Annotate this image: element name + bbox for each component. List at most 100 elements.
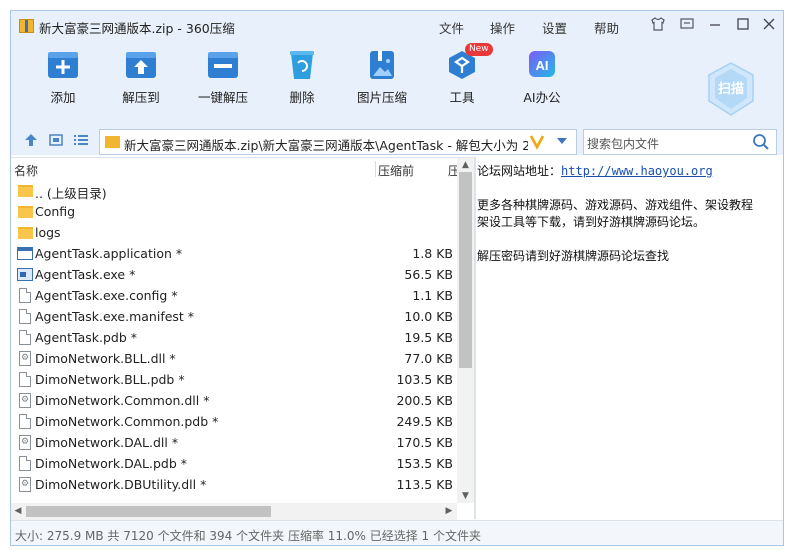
column-size[interactable]: 压缩前	[378, 162, 414, 179]
toolbar: 添加 解压到 一键解压 删除 图片压缩 New 工具 AI AI办公 扫描	[11, 41, 783, 123]
horizontal-scrollbar[interactable]: ◀ ▶	[11, 503, 457, 520]
file-size: 103.5 KB	[396, 372, 453, 387]
column-divider[interactable]	[375, 161, 376, 177]
column-header: 名称 压缩前 压	[11, 158, 460, 180]
file-list: 名称 压缩前 压 .. (上级目录) Config logs AgentTask.ap…	[11, 157, 474, 520]
file-row[interactable]: .. (上级目录)	[11, 180, 457, 201]
search-input[interactable]: 搜索包内文件	[583, 129, 777, 155]
pane-splitter[interactable]	[474, 157, 476, 519]
file-row[interactable]: DimoNetwork.Common.dll * 200.5 KB	[11, 390, 457, 411]
scroll-down-icon[interactable]: ▼	[459, 490, 472, 502]
scroll-up-icon[interactable]: ▲	[459, 159, 472, 171]
tools-label: 工具	[449, 90, 475, 105]
delete-icon	[285, 49, 319, 81]
folder-icon	[18, 227, 33, 239]
file-name: AgentTask.exe *	[35, 267, 136, 282]
file-size: 249.5 KB	[396, 414, 453, 429]
file-icon	[19, 330, 31, 345]
vertical-scroll-thumb[interactable]	[459, 172, 472, 368]
one-click-extract-label: 一键解压	[197, 90, 248, 105]
file-size: 200.5 KB	[396, 393, 453, 408]
menu-settings[interactable]: 设置	[542, 18, 567, 37]
file-row[interactable]: DimoNetwork.BLL.dll * 77.0 KB	[11, 348, 457, 369]
new-badge: New	[465, 43, 493, 56]
scan-button[interactable]: 扫描	[706, 61, 756, 117]
delete-label: 删除	[289, 90, 315, 105]
file-icon	[19, 372, 31, 387]
folder-icon	[18, 206, 33, 218]
file-size: 19.5 KB	[404, 330, 453, 345]
file-name: DimoNetwork.DBUtility.dll *	[35, 477, 207, 492]
feedback-icon[interactable]	[677, 16, 697, 36]
file-row[interactable]: AgentTask.exe.config * 1.1 KB	[11, 285, 457, 306]
file-name: DimoNetwork.Common.dll *	[35, 393, 210, 408]
forum-link[interactable]: http://www.haoyou.org	[561, 164, 713, 178]
search-icon[interactable]	[752, 133, 770, 151]
extract-to-icon	[124, 49, 158, 81]
minimize-icon[interactable]	[705, 16, 725, 36]
folder-icon	[18, 185, 33, 197]
ai-office-button[interactable]: AI AI办公	[510, 49, 574, 106]
app-window: 新大富豪三网通版本.zip - 360压缩 文件 操作 设置 帮助 添加 解压到…	[10, 10, 784, 546]
thumbnail-view-icon[interactable]	[49, 134, 63, 146]
add-label: 添加	[50, 90, 76, 105]
file-row[interactable]: AgentTask.exe * 56.5 KB	[11, 264, 457, 285]
scroll-left-icon[interactable]: ◀	[12, 505, 24, 518]
file-name: DimoNetwork.DAL.pdb *	[35, 456, 188, 471]
exe-file-icon	[17, 268, 33, 281]
file-name: AgentTask.application *	[35, 246, 183, 261]
file-row[interactable]: DimoNetwork.DAL.dll * 170.5 KB	[11, 432, 457, 453]
file-row[interactable]: AgentTask.exe.manifest * 10.0 KB	[11, 306, 457, 327]
application-file-icon	[17, 247, 33, 260]
scroll-right-icon[interactable]: ▶	[443, 505, 455, 518]
maximize-icon[interactable]	[733, 16, 753, 36]
file-row[interactable]: DimoNetwork.BLL.pdb * 103.5 KB	[11, 369, 457, 390]
comment-line-3: 架设工具等下载，请到好游棋牌源码论坛。	[477, 215, 706, 229]
dll-file-icon	[19, 477, 31, 492]
file-size: 77.0 KB	[404, 351, 453, 366]
file-row[interactable]: logs	[11, 222, 457, 243]
tools-button[interactable]: New 工具	[430, 43, 494, 106]
ai-office-label: AI办公	[523, 90, 561, 105]
menu-file[interactable]: 文件	[439, 18, 464, 37]
status-text: 大小: 275.9 MB 共 7120 个文件和 394 个文件夹 压缩率 11…	[15, 529, 481, 543]
horizontal-scroll-thumb[interactable]	[26, 506, 271, 517]
file-row[interactable]: DimoNetwork.DBUtility.pdb *165.5 KB	[11, 495, 457, 497]
column-name[interactable]: 名称	[14, 162, 38, 179]
one-click-extract-icon	[206, 49, 240, 81]
one-click-extract-button[interactable]: 一键解压	[191, 49, 255, 106]
file-row[interactable]: DimoNetwork.Common.pdb * 249.5 KB	[11, 411, 457, 432]
file-row[interactable]: DimoNetwork.DAL.pdb * 153.5 KB	[11, 453, 457, 474]
file-row[interactable]: DimoNetwork.DBUtility.dll * 113.5 KB	[11, 474, 457, 495]
ai-glyph: AI	[536, 58, 549, 73]
file-row[interactable]: AgentTask.application * 1.8 KB	[11, 243, 457, 264]
skin-icon[interactable]	[648, 16, 668, 36]
file-name: DimoNetwork.DAL.dll *	[35, 435, 179, 450]
file-name: .. (上级目录)	[35, 186, 107, 201]
image-compress-icon	[365, 49, 399, 81]
path-field[interactable]: 新大富豪三网通版本.zip\新大富豪三网通版本\AgentTask - 解包大小…	[99, 129, 577, 155]
file-row[interactable]: AgentTask.pdb * 19.5 KB	[11, 327, 457, 348]
file-rows: .. (上级目录) Config logs AgentTask.application…	[11, 180, 457, 497]
file-row[interactable]: Config	[11, 201, 457, 222]
file-size: 113.5 KB	[396, 477, 453, 492]
menu-operation[interactable]: 操作	[490, 18, 515, 37]
zip-folder-icon	[105, 136, 120, 148]
zip-archive-icon	[19, 19, 34, 33]
ai-office-icon: AI	[525, 49, 559, 81]
extract-to-button[interactable]: 解压到	[109, 49, 173, 106]
close-icon[interactable]	[759, 16, 779, 36]
scan-label: 扫描	[718, 81, 744, 97]
file-name: Config	[35, 204, 76, 219]
up-arrow-icon[interactable]	[24, 134, 38, 146]
path-dropdown-icon[interactable]	[555, 134, 569, 151]
menu-help[interactable]: 帮助	[594, 18, 619, 37]
vertical-scrollbar[interactable]: ▲ ▼	[457, 158, 474, 503]
add-button[interactable]: 添加	[31, 49, 95, 106]
delete-button[interactable]: 删除	[270, 49, 334, 106]
image-compress-button[interactable]: 图片压缩	[350, 49, 414, 106]
search-placeholder: 搜索包内文件	[587, 137, 660, 151]
dll-file-icon	[19, 351, 31, 366]
list-view-icon[interactable]	[74, 134, 88, 146]
extract-to-label: 解压到	[122, 90, 160, 105]
